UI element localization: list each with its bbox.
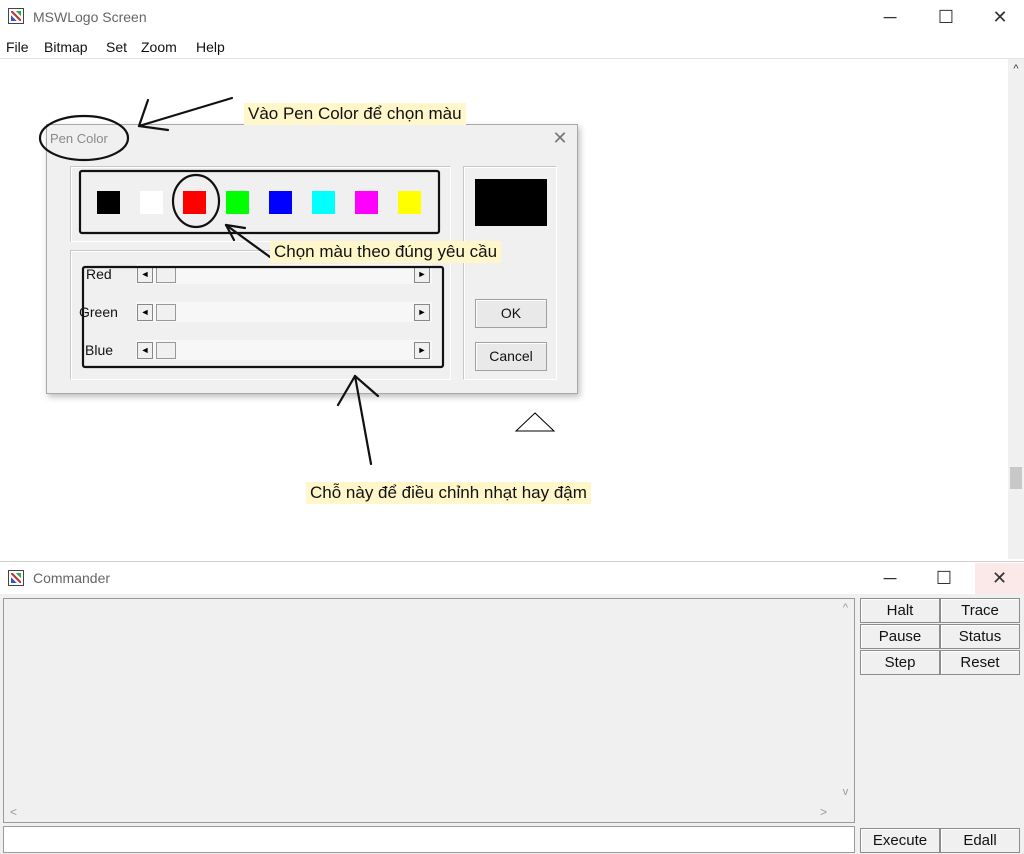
pause-button[interactable]: Pause bbox=[860, 624, 940, 649]
status-button[interactable]: Status bbox=[940, 624, 1020, 649]
commander-title: Commander bbox=[33, 570, 111, 586]
annotation-pen-color: Vào Pen Color để chọn màu bbox=[244, 103, 466, 125]
commander-output-area[interactable] bbox=[3, 598, 855, 823]
step-button[interactable]: Step bbox=[860, 650, 940, 675]
scroll-down-icon[interactable]: v bbox=[837, 786, 854, 798]
annotation-adjust-shade: Chỗ này để điều chỉnh nhạt hay đậm bbox=[306, 482, 591, 504]
commander-close-button[interactable]: ✕ bbox=[975, 563, 1024, 594]
scroll-right-icon[interactable]: > bbox=[820, 805, 827, 819]
trace-button[interactable]: Trace bbox=[940, 598, 1020, 623]
command-input[interactable] bbox=[3, 826, 855, 853]
edall-button[interactable]: Edall bbox=[940, 828, 1020, 853]
halt-button[interactable]: Halt bbox=[860, 598, 940, 623]
output-vertical-scrollbar[interactable]: ^ v bbox=[837, 600, 854, 805]
annotation-choose-color: Chọn màu theo đúng yêu cầu bbox=[270, 241, 502, 263]
commander-maximize-button[interactable]: ☐ bbox=[921, 563, 967, 593]
scroll-up-icon[interactable]: ^ bbox=[837, 602, 854, 614]
scroll-left-icon[interactable]: < bbox=[10, 805, 17, 819]
output-horizontal-scrollbar[interactable]: < > bbox=[5, 805, 837, 822]
execute-button[interactable]: Execute bbox=[860, 828, 940, 853]
commander-minimize-button[interactable]: ─ bbox=[867, 563, 913, 593]
reset-button[interactable]: Reset bbox=[940, 650, 1020, 675]
commander-app-icon bbox=[8, 570, 24, 586]
